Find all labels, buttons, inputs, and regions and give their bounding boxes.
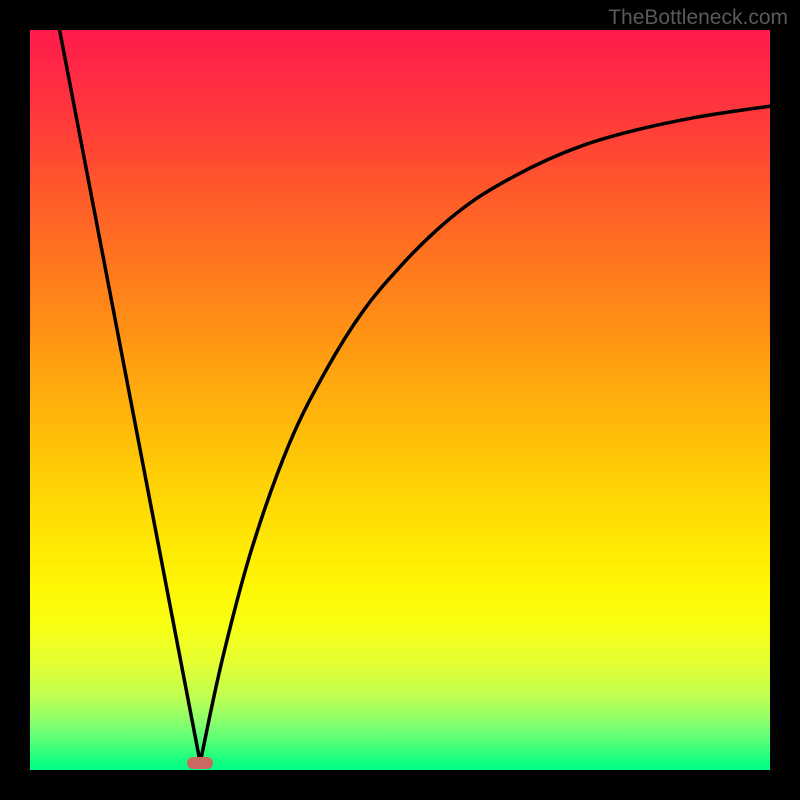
bottleneck-curve bbox=[60, 30, 770, 763]
optimal-point-marker bbox=[187, 757, 213, 769]
watermark-text: TheBottleneck.com bbox=[608, 6, 788, 30]
chart-curve-svg bbox=[30, 30, 770, 770]
chart-plot-area bbox=[30, 30, 770, 770]
